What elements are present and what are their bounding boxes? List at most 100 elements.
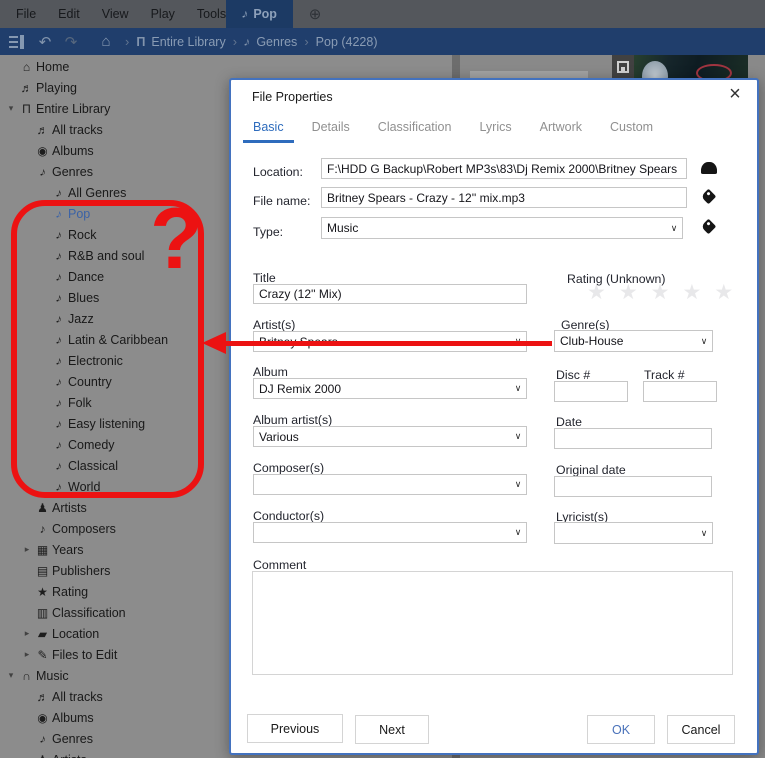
chevron-down-icon: ∨: [514, 479, 522, 489]
sidebar-item-years[interactable]: ▸ ▦ Years: [0, 539, 230, 560]
person-icon: ♟: [37, 500, 48, 515]
sidebar-item-all-tracks[interactable]: ♬ All tracks: [0, 119, 230, 140]
sidebar-item-label: Classification: [52, 605, 126, 620]
home-icon[interactable]: ⌂: [94, 28, 118, 55]
classification-icon: ▥: [36, 605, 49, 620]
sidebar-item-albums[interactable]: ◉ Albums: [0, 707, 230, 728]
previous-button[interactable]: Previous: [247, 714, 343, 743]
disc-input[interactable]: [554, 381, 628, 402]
next-button[interactable]: Next: [355, 715, 429, 744]
sidebar-toggle-icon[interactable]: [6, 28, 26, 55]
comment-textarea[interactable]: [252, 571, 733, 675]
sidebar-item-composers[interactable]: ♪ Composers: [0, 518, 230, 539]
expander-icon[interactable]: ▸: [20, 628, 34, 639]
tab-lyrics[interactable]: Lyrics: [469, 118, 521, 143]
menu-file[interactable]: File: [5, 7, 47, 21]
sidebar-item-classification[interactable]: ▥ Classification: [0, 602, 230, 623]
menu-play[interactable]: Play: [140, 7, 186, 21]
type-select[interactable]: Music ∨: [321, 217, 683, 239]
tab-artwork[interactable]: Artwork: [530, 118, 592, 143]
track-input[interactable]: [643, 381, 717, 402]
sidebar-item-home[interactable]: ⌂ Home: [0, 56, 230, 77]
tab-classification[interactable]: Classification: [368, 118, 462, 143]
headphones-icon: ∩: [22, 668, 31, 683]
sidebar-item-files-to-edit[interactable]: ▸ ✎ Files to Edit: [0, 644, 230, 665]
expander-icon[interactable]: ▾: [4, 670, 18, 681]
sidebar-item-label: Genres: [52, 731, 93, 746]
tab-details[interactable]: Details: [302, 118, 360, 143]
star-icon[interactable]: ★: [682, 280, 701, 305]
music_notes-icon: ♬: [20, 80, 33, 95]
album-select[interactable]: DJ Remix 2000 ∨: [253, 378, 527, 399]
expander-icon[interactable]: ▸: [20, 544, 34, 555]
menu-view[interactable]: View: [91, 7, 140, 21]
breadcrumb-entire-library[interactable]: Π Entire Library: [136, 35, 225, 49]
sidebar-item-location[interactable]: ▸ ▰ Location: [0, 623, 230, 644]
expander-icon[interactable]: ▸: [20, 649, 34, 660]
sidebar-item-label: All tracks: [52, 122, 103, 137]
close-icon[interactable]: ×: [723, 82, 747, 106]
title-input[interactable]: [253, 284, 527, 304]
tag-icon[interactable]: [700, 218, 717, 235]
expander-icon[interactable]: ▾: [4, 103, 18, 114]
new-tab-button[interactable]: ⊕: [301, 0, 329, 28]
lyricist-select[interactable]: ∨: [554, 522, 713, 544]
disc-icon: ◉: [37, 143, 48, 158]
sidebar-item-playing[interactable]: ♬ Playing: [0, 77, 230, 98]
ok-button[interactable]: OK: [587, 715, 655, 744]
sax-icon: ♪: [37, 163, 48, 180]
album-artist-select[interactable]: Various ∨: [253, 426, 527, 447]
disc-label: Disc #: [556, 368, 591, 382]
sidebar-item-artists[interactable]: ♟Artists: [0, 497, 230, 518]
music_notes-icon: ♬: [36, 122, 49, 137]
title-label: Title: [253, 271, 276, 285]
star-icon[interactable]: ★: [651, 280, 670, 305]
genre-select[interactable]: Club-House ∨: [554, 330, 713, 352]
sidebar-item-label: Artists: [52, 753, 87, 758]
menu-edit[interactable]: Edit: [47, 7, 91, 21]
library-icon: Π: [22, 101, 31, 116]
type-label: Type:: [253, 225, 284, 239]
sidebar-item-rating[interactable]: ★ Rating: [0, 581, 230, 602]
chevron-down-icon: ∨: [514, 527, 522, 537]
album-artist-label: Album artist(s): [253, 413, 333, 427]
sidebar-item-label: Files to Edit: [52, 647, 118, 662]
drive-icon[interactable]: [701, 162, 717, 174]
annotation-arrow-head: [202, 332, 226, 354]
sidebar-item-label: Albums: [52, 143, 94, 158]
sidebar-item-publishers[interactable]: ▤ Publishers: [0, 560, 230, 581]
sidebar-item-genres[interactable]: ♪ Genres: [0, 161, 230, 182]
cancel-button[interactable]: Cancel: [667, 715, 735, 744]
sidebar-item-all-tracks[interactable]: ♬ All tracks: [0, 686, 230, 707]
chevron-down-icon: ∨: [700, 335, 708, 346]
redo-icon[interactable]: ↷: [58, 28, 84, 55]
star-icon[interactable]: ★: [714, 280, 733, 305]
rating-stars[interactable]: ★ ★ ★ ★ ★: [587, 280, 733, 305]
conductor-select[interactable]: ∨: [253, 522, 527, 543]
file-name-input[interactable]: [321, 187, 687, 208]
sidebar-item-music[interactable]: ▾ ∩ Music: [0, 665, 230, 686]
note-icon: ♪: [39, 521, 46, 536]
annotation-question-mark: ?: [150, 191, 203, 287]
composer-select[interactable]: ∨: [253, 474, 527, 495]
annotation-arrow-line: [224, 341, 552, 346]
sidebar-item-albums[interactable]: ◉ Albums: [0, 140, 230, 161]
tab-basic[interactable]: Basic: [243, 118, 294, 143]
original-date-input[interactable]: [554, 476, 712, 497]
star-icon[interactable]: ★: [619, 280, 638, 305]
tab-pop[interactable]: ♪ Pop: [226, 0, 293, 28]
date-input[interactable]: [554, 428, 712, 449]
tag-icon[interactable]: [700, 188, 717, 205]
library-icon: Π: [136, 34, 146, 49]
breadcrumb-separator: ›: [304, 34, 309, 49]
sidebar-item-artists[interactable]: ♟Artists: [0, 749, 230, 758]
breadcrumb-pop[interactable]: Pop (4228): [316, 35, 378, 49]
breadcrumb-genres[interactable]: ♪ Genres: [242, 34, 297, 49]
sidebar-item-genres[interactable]: ♪ Genres: [0, 728, 230, 749]
sidebar-item-entire-library[interactable]: ▾ Π Entire Library: [0, 98, 230, 119]
star-icon[interactable]: ★: [587, 280, 606, 305]
chevron-down-icon: ∨: [670, 222, 678, 233]
undo-icon[interactable]: ↶: [32, 28, 58, 55]
location-input[interactable]: [321, 158, 687, 179]
tab-custom[interactable]: Custom: [600, 118, 663, 143]
